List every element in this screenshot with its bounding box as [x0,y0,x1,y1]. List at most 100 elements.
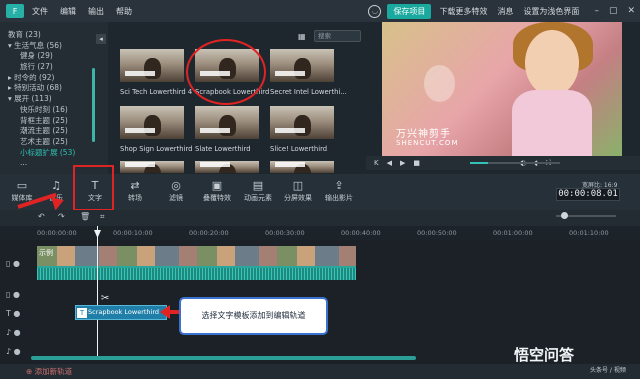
preview-window: 万兴神剪手 SHENCUT.COM [382,22,622,156]
highlight-ellipse [186,39,266,105]
undo-icon[interactable]: ↶ [38,212,45,221]
maximize-icon[interactable]: ▢ [609,6,618,16]
menu-file[interactable]: 文件 [32,6,48,17]
edit-toolbar: ↶ ↷ 🗑 ⌗ [0,210,640,226]
text-clip-name: Scrapbook Lowerthird [88,308,160,316]
user-icon[interactable]: ◡ [368,4,382,18]
simple-mode-link[interactable]: 设置为浅色界面 [523,6,579,17]
sidebar-scrollbar[interactable] [92,68,95,142]
minimize-icon[interactable]: – [594,6,599,16]
save-project-button[interactable]: 保存项目 [387,3,432,19]
preview-seekbar-fill [470,162,488,164]
watermark-logo: 悟空问答 [514,346,575,364]
thumbnail-label: Sci Tech Lowerthird 4 [120,88,193,96]
ruler-tick: 00:00:40:00 [341,229,381,237]
timecode-display: 00:00:08.01 [556,188,620,201]
menu-bar: F 文件 编辑 输出 帮助 ◡ 保存项目 下载更多特效 消息 设置为浅色界面 –… [0,0,640,22]
tool-export[interactable]: ⇪ 输出影片 [318,178,360,203]
thumbnail-label: Slice! Lowerthird [270,145,328,153]
thumbnail-slice[interactable] [270,106,334,139]
thumbnail-row3[interactable] [195,161,259,173]
delete-icon[interactable]: 🗑 [80,212,90,221]
tools-icon[interactable]: ⌗ [100,212,105,222]
menu-edit[interactable]: 编辑 [60,6,76,17]
ruler-tick: 00:00:50:00 [417,229,457,237]
download-effects-link[interactable]: 下载更多特效 [439,6,487,17]
thumbnail-label: Secret Intel Lowerthi... [270,88,347,96]
track-header-audio[interactable]: ♪ ● [0,323,32,341]
text-clip[interactable]: T Scrapbook Lowerthird [75,305,167,320]
preview-balloon [424,65,455,102]
audio-waveform [37,268,356,280]
export-icon: ⇪ [334,179,344,192]
ruler-tick: 00:01:00:00 [493,229,533,237]
highlight-text-box [73,165,114,211]
tool-label: 动画元素 [244,194,272,202]
tool-overlays[interactable]: ▣ 叠覆特效 [196,178,238,203]
bottom-bar: ⊕ 添加新轨道 [0,364,640,379]
search-input[interactable]: 搜索 [314,30,361,42]
video-clip-frames [37,246,356,266]
split-screen-icon: ◫ [292,179,304,192]
overlay-icon: ▣ [211,179,223,192]
track-header-audio2[interactable]: ♪ ● [0,342,32,360]
tool-label: 转场 [128,194,142,202]
tool-transitions[interactable]: ⇄ 转场 [114,178,156,203]
thumbnail-slate[interactable] [195,106,259,139]
thumbnail-sci-tech[interactable] [120,49,184,82]
video-clip-name: 示例 [39,249,53,257]
tool-split-screen[interactable]: ◫ 分屏效果 [277,178,319,203]
thumbnail-label: Slate Lowerthird [195,145,251,153]
preview-overlay-sub: SHENCUT.COM [396,139,459,147]
music-icon: ♫ [51,179,61,192]
watermark-sub: 头条号 / 视频 [590,367,626,374]
elements-icon: ▤ [252,179,264,192]
preview-overlay-title: 万兴神剪手 [396,129,451,140]
add-track-button[interactable]: ⊕ 添加新轨道 [26,366,72,377]
collapse-sidebar-icon[interactable]: ◂ [96,34,106,44]
mark-in-icon[interactable]: K [374,159,379,167]
prev-frame-icon[interactable]: ◀ [387,159,392,167]
redo-icon[interactable]: ↷ [58,212,65,221]
grid-view-icon[interactable]: ▦ [298,32,307,41]
category-sidebar: 教育 (23) ▾ 生活气息 (56) 健身 (29) 旅行 (27) ▸ 时令的 (9… [0,22,108,174]
transition-icon: ⇄ [130,179,140,192]
timeline-scrollbar[interactable] [31,356,416,360]
playhead-line[interactable] [97,226,98,356]
tool-label: 分屏效果 [284,194,312,202]
ruler-tick: 00:00:00:00 [37,229,77,237]
play-icon[interactable]: ▶ [400,159,405,167]
app-logo-icon: F [6,4,24,18]
preview-dress [512,90,592,156]
tool-label: 叠覆特效 [203,194,231,202]
tool-label: 输出影片 [325,194,353,202]
thumbnail-shop-sign[interactable] [120,106,184,139]
sidebar-item[interactable]: 教育 (23) [0,30,108,41]
stop-icon[interactable]: ■ [413,159,420,167]
filter-icon: ◎ [171,179,181,192]
sidebar-item[interactable]: 健身 (29) [0,51,108,62]
thumbnail-label: Shop Sign Lowerthird [120,145,193,153]
track-header-text[interactable]: T ● [0,304,32,322]
track-header-video[interactable]: ▯ ● [0,254,32,272]
thumbnail-row3[interactable] [270,161,334,173]
video-clip[interactable]: 示例 [37,246,356,280]
tool-label: 滤镜 [169,194,183,202]
track-header-overlay[interactable]: ▯ ● [0,285,32,303]
messages-link[interactable]: 消息 [497,6,513,17]
menu-export[interactable]: 输出 [88,6,104,17]
scissors-icon[interactable]: ✂ [101,293,109,304]
thumbnail-secret-intel[interactable] [270,49,334,82]
instruction-callout: 选择文字模板添加到编辑轨道 [179,297,328,335]
sidebar-item[interactable]: 小标题扩展 (53) [0,148,108,159]
thumbnail-row3[interactable] [120,161,184,173]
preview-face [525,30,579,96]
zoom-slider-knob[interactable] [561,212,568,219]
close-icon[interactable]: ✕ [627,6,635,16]
ruler-tick: 00:01:10:00 [569,229,609,237]
sidebar-item[interactable]: ▾ 生活气息 (56) [0,41,108,52]
tool-filters[interactable]: ◎ 滤镜 [155,178,197,203]
menu-help[interactable]: 帮助 [116,6,132,17]
tool-elements[interactable]: ▤ 动画元素 [237,178,279,203]
ruler-tick: 00:00:20:00 [189,229,229,237]
